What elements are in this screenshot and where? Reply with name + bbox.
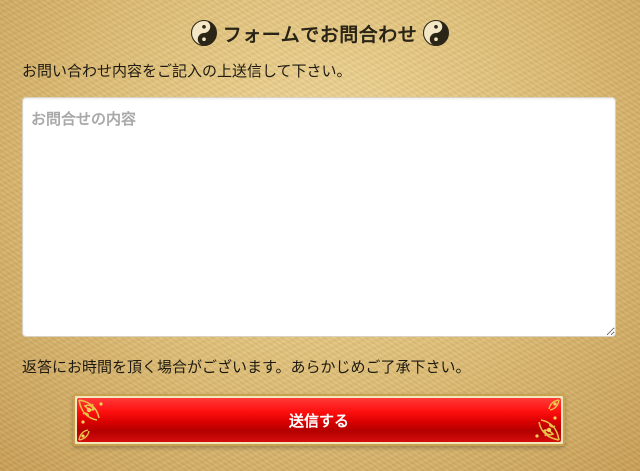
yin-yang-icon [423,20,450,46]
submit-button[interactable]: 送信する [77,398,561,442]
yin-yang-icon [190,20,217,46]
page-title: フォームでお問合わせ [222,23,418,46]
message-textarea[interactable] [22,97,616,337]
submit-button-label: 送信する [288,411,349,430]
submit-button-frame: 送信する [73,394,565,446]
form-instruction: お問い合わせ内容をご記入の上送信して下さい。 [22,62,352,80]
page-heading: フォームでお問合わせ [0,18,640,48]
response-time-note: 返答にお時間を頂く場合がございます。あらかじめご了承下さい。 [22,358,471,376]
gold-ornament-icon [535,416,560,441]
gold-ornament-icon [78,429,90,441]
